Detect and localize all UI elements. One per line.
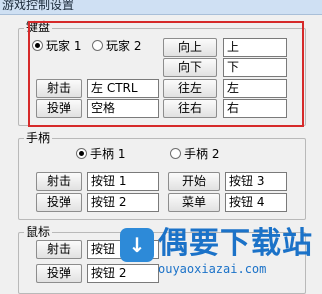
download-logo-icon: ↓ — [120, 228, 154, 262]
gp-bomb-button[interactable]: 投弹 — [36, 193, 82, 212]
gp-bomb-field[interactable]: 按钮 2 — [87, 193, 159, 212]
red-highlight-box — [28, 21, 304, 127]
gp-shoot-button[interactable]: 射击 — [36, 172, 82, 191]
pad2-label: 手柄 2 — [184, 147, 220, 161]
pad1-radio[interactable]: 手柄 1 — [76, 147, 125, 161]
ms-shoot-button[interactable]: 射击 — [36, 240, 82, 259]
pad1-label: 手柄 1 — [90, 147, 126, 161]
ms-bomb-button[interactable]: 投弹 — [36, 264, 82, 283]
window-titlebar: 游戏控制设置 — [0, 0, 322, 15]
watermark-title: 偶要下载站 — [158, 226, 313, 261]
gp-menu-button[interactable]: 菜单 — [168, 193, 220, 212]
watermark-url: ouyaoxiazai.com — [158, 262, 267, 276]
radio-selected-icon — [76, 148, 87, 159]
gp-start-field[interactable]: 按钮 3 — [225, 172, 287, 191]
gamepad-group-label: 手柄 — [24, 131, 53, 145]
pad2-radio[interactable]: 手柄 2 — [170, 147, 219, 161]
mouse-group-label: 鼠标 — [24, 225, 53, 239]
site-watermark: ↓ 偶要下载站 ouyaoxiazai.com — [120, 222, 322, 282]
window-title: 游戏控制设置 — [2, 0, 75, 12]
gp-start-button[interactable]: 开始 — [168, 172, 220, 191]
radio-unselected-icon — [170, 148, 181, 159]
gp-shoot-field[interactable]: 按钮 1 — [87, 172, 159, 191]
gp-menu-field[interactable]: 按钮 4 — [225, 193, 287, 212]
